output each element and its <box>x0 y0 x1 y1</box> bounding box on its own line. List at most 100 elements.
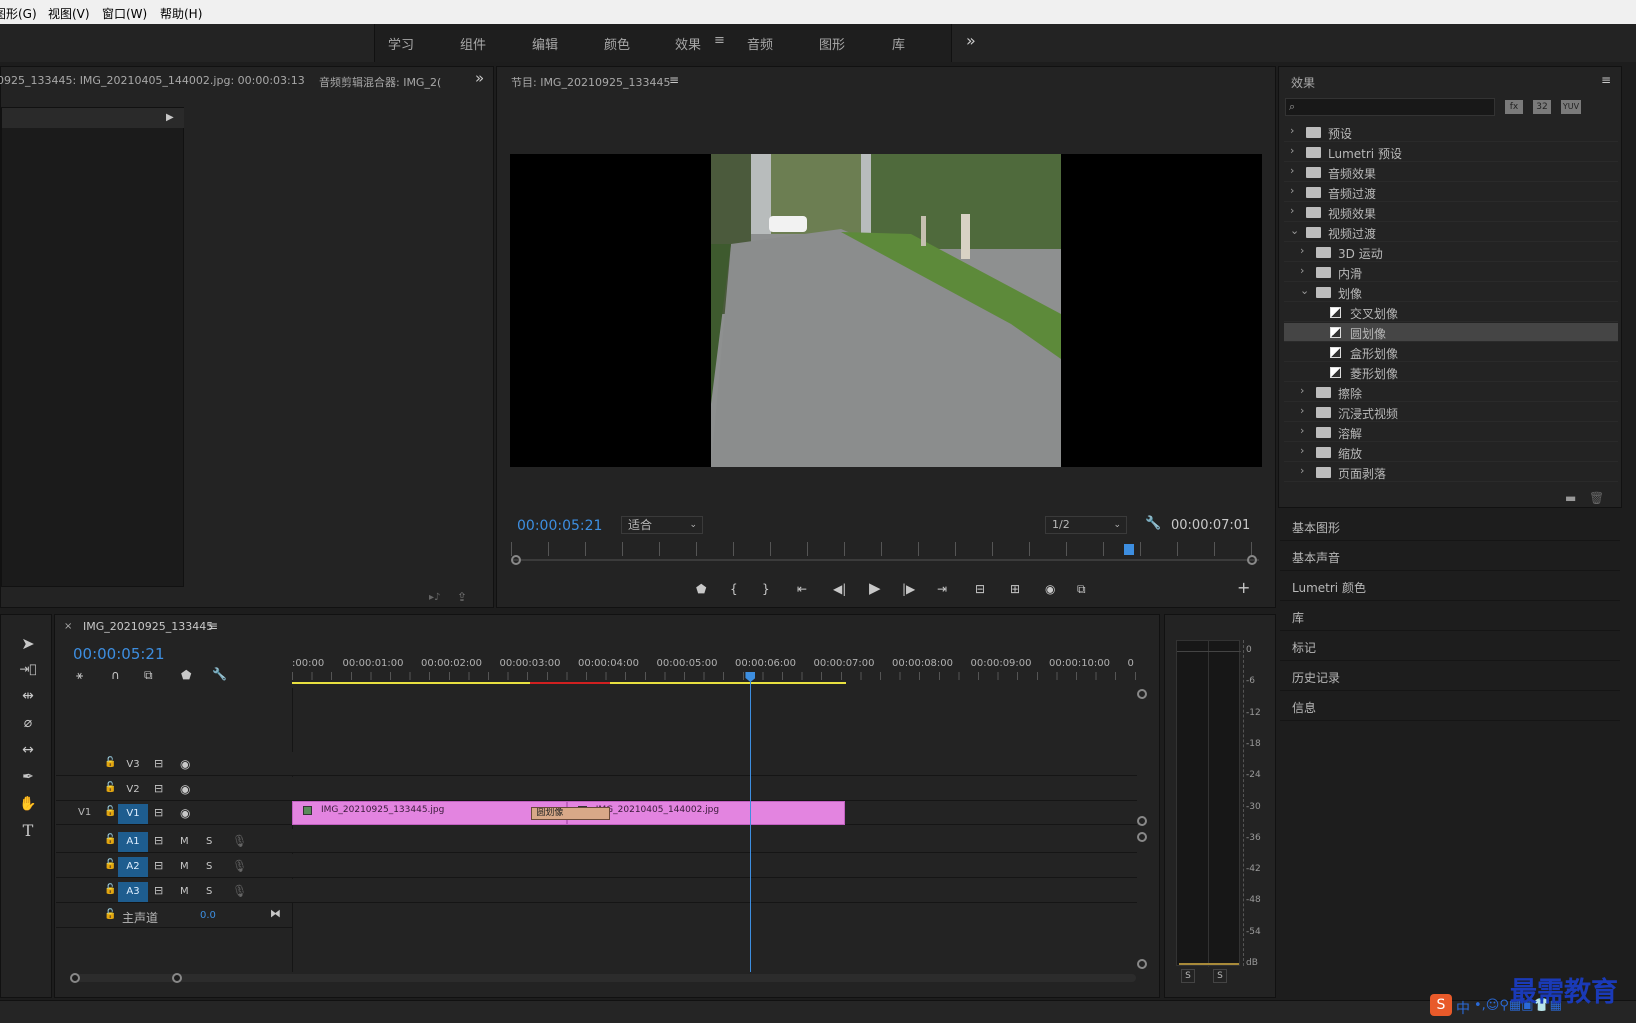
fit-dropdown[interactable]: 适合 ⌄ <box>621 516 703 534</box>
zoom-handle-left[interactable] <box>511 555 521 565</box>
new-bin-icon[interactable]: ▬ <box>1565 491 1576 505</box>
chevron-right-icon[interactable]: › <box>1300 264 1304 277</box>
chevron-right-icon[interactable]: › <box>1300 444 1304 457</box>
lock-icon[interactable]: 🔓 <box>104 908 116 922</box>
close-sequence-icon[interactable]: × <box>64 620 72 634</box>
playback-resolution-dropdown[interactable]: 1/2 ⌄ <box>1045 516 1127 534</box>
chevron-right-icon[interactable]: › <box>1290 204 1294 217</box>
program-ruler[interactable] <box>511 542 1259 556</box>
32bit-effects-icon[interactable]: 32 <box>1533 100 1551 114</box>
effects-folder[interactable]: › 音频效果 <box>1284 163 1618 182</box>
workspace-tab-effects[interactable]: 效果 <box>675 34 701 53</box>
mic-icon[interactable]: 🎙 <box>232 834 247 848</box>
effect-item[interactable]: 盒形划像 <box>1284 343 1618 362</box>
sync-lock-icon[interactable]: ⊟ <box>154 806 163 820</box>
program-playhead[interactable] <box>1124 544 1135 555</box>
video-frame[interactable] <box>510 154 1262 467</box>
effects-panel-menu-icon[interactable]: ≡ <box>1601 73 1611 87</box>
menu-window[interactable]: 窗口(W) <box>102 5 147 22</box>
chevron-right-icon[interactable]: › <box>1300 244 1304 257</box>
effect-item[interactable]: 交叉划像 <box>1284 303 1618 322</box>
chevron-right-icon[interactable]: › <box>1300 464 1304 477</box>
track-lane[interactable] <box>292 854 1137 878</box>
sequence-tab[interactable]: IMG_20210925_133445 <box>83 620 213 633</box>
chevron-right-icon[interactable]: › <box>1300 424 1304 437</box>
solo-button[interactable]: S <box>206 885 212 899</box>
menu-graphics[interactable]: 图形(G) <box>0 5 37 22</box>
program-timecode[interactable]: 00:00:05:21 <box>517 518 602 534</box>
mark-out-icon[interactable]: } <box>762 582 770 596</box>
step-forward-icon[interactable]: |▶ <box>902 582 915 596</box>
sync-lock-icon[interactable]: ⊟ <box>154 757 163 771</box>
workspace-tab-libraries[interactable]: 库 <box>892 34 905 53</box>
chevron-right-icon[interactable]: › <box>1290 164 1294 177</box>
pen-tool-icon[interactable]: ✒ <box>15 766 41 788</box>
type-tool-icon[interactable]: T <box>15 820 41 842</box>
step-back-icon[interactable]: ◀| <box>833 582 846 596</box>
mic-icon[interactable]: 🎙 <box>232 884 247 898</box>
source-tab[interactable]: 0925_133445: IMG_20210405_144002.jpg: 00… <box>0 74 305 87</box>
workspace-tab-audio[interactable]: 音频 <box>747 34 773 53</box>
effect-item[interactable]: 菱形划像 <box>1284 363 1618 382</box>
master-volume[interactable]: 0.0 <box>200 910 216 921</box>
timeline-playhead[interactable] <box>750 672 752 972</box>
track-lane[interactable] <box>292 829 1137 853</box>
timeline-settings-icon[interactable]: 🔧 <box>212 667 227 681</box>
eye-icon[interactable]: ◉ <box>180 757 190 771</box>
workspace-tab-assembly[interactable]: 组件 <box>460 34 486 53</box>
solo-button[interactable]: S <box>206 860 212 874</box>
panel-menu-icon[interactable]: ≡ <box>669 73 679 87</box>
lock-icon[interactable]: 🔓 <box>104 883 116 897</box>
razor-tool-icon[interactable]: ⌀ <box>15 712 41 734</box>
effects-folder[interactable]: › 视频效果 <box>1284 203 1618 222</box>
transition-clip[interactable]: 圆划像 <box>531 807 610 820</box>
side-section-0[interactable]: 基本图形 <box>1280 511 1620 541</box>
chevron-right-icon[interactable]: › <box>1290 144 1294 157</box>
side-section-5[interactable]: 历史记录 <box>1280 661 1620 691</box>
effects-folder[interactable]: › 缩放 <box>1284 443 1618 462</box>
chevron-right-icon[interactable]: › <box>1290 184 1294 197</box>
track-target[interactable]: A3 <box>118 882 148 902</box>
sync-lock-icon[interactable]: ⊟ <box>154 834 163 848</box>
track-target[interactable]: A1 <box>118 832 148 852</box>
track-target[interactable]: V3 <box>118 755 148 775</box>
sync-lock-icon[interactable]: ⊟ <box>154 859 163 873</box>
menu-help[interactable]: 帮助(H) <box>160 5 202 22</box>
sequence-menu-icon[interactable]: ≡ <box>208 619 218 633</box>
play-triangle-icon[interactable]: ▶ <box>166 111 174 125</box>
menu-view[interactable]: 视图(V) <box>48 5 90 22</box>
effects-folder[interactable]: ⌄ 视频过渡 <box>1284 223 1618 242</box>
export-icon[interactable]: ⇪ <box>457 590 467 604</box>
workspace-tab-graphics[interactable]: 图形 <box>819 34 845 53</box>
vertical-scroll[interactable] <box>1137 688 1147 972</box>
side-section-2[interactable]: Lumetri 颜色 <box>1280 571 1620 601</box>
mute-button[interactable]: M <box>180 860 189 874</box>
go-to-edit-point-icon[interactable]: ⧓ <box>270 907 281 921</box>
play-icon[interactable]: ▶ <box>869 581 881 596</box>
workspace-menu-icon[interactable]: ≡ <box>714 33 725 48</box>
linked-selection-icon[interactable]: ⧉ <box>144 668 153 682</box>
nest-icon[interactable]: ⚹ <box>76 668 83 682</box>
mark-in-icon[interactable]: { <box>730 582 738 596</box>
workspace-tab-color[interactable]: 颜色 <box>604 34 630 53</box>
side-section-6[interactable]: 信息 <box>1280 691 1620 721</box>
eye-icon[interactable]: ◉ <box>180 782 190 796</box>
effects-folder[interactable]: › 页面剥落 <box>1284 463 1618 482</box>
wrench-icon[interactable]: 🔧 <box>1145 517 1161 531</box>
solo-left-button[interactable]: S <box>1181 969 1195 983</box>
extract-icon[interactable]: ⊞ <box>1010 582 1020 596</box>
source-patch[interactable]: V1 <box>78 807 91 818</box>
track-target[interactable]: A2 <box>118 857 148 877</box>
audio-clip-mixer-tab[interactable]: 音频剪辑混合器: IMG_2( <box>319 74 441 90</box>
chevron-right-icon[interactable]: › <box>1290 124 1294 137</box>
selection-tool-icon[interactable]: ➤ <box>15 633 41 655</box>
track-lane[interactable] <box>292 777 1137 801</box>
more-workspaces-icon[interactable]: » <box>966 31 976 50</box>
more-panels-icon[interactable]: » <box>475 71 484 86</box>
sync-lock-icon[interactable]: ⊟ <box>154 884 163 898</box>
track-lane[interactable] <box>292 879 1137 903</box>
accelerated-effects-icon[interactable]: fx <box>1505 100 1523 114</box>
video-clip[interactable]: IMG_20210925_133445.jpg <box>292 801 567 825</box>
mute-button[interactable]: M <box>180 885 189 899</box>
solo-right-button[interactable]: S <box>1213 969 1227 983</box>
